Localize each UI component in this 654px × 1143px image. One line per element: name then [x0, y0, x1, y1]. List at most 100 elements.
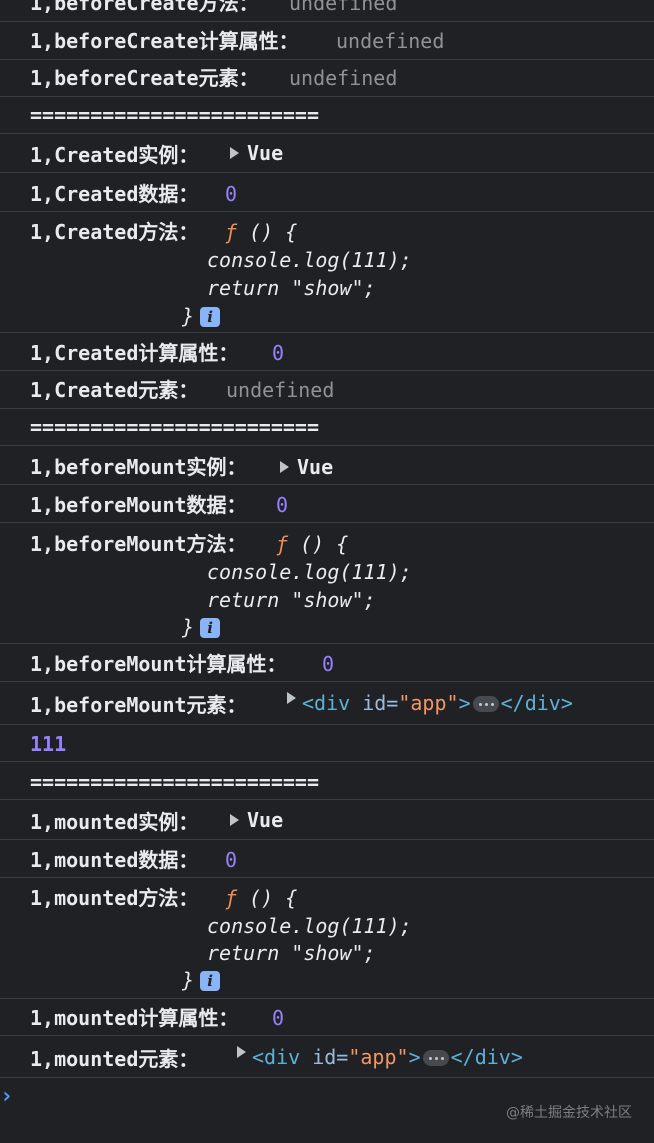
- vue-instance-label: Vue: [247, 141, 284, 165]
- function-close: } i: [182, 614, 221, 640]
- function-params: () {: [300, 532, 349, 556]
- function-close: } i: [182, 967, 221, 993]
- log-value: undefined: [226, 378, 335, 402]
- log-label: 1,beforeMount数据：: [30, 493, 247, 517]
- separator-text: ========================: [30, 415, 319, 439]
- ellipsis-icon[interactable]: [472, 696, 499, 712]
- function-body-line: return "show";: [207, 588, 376, 612]
- tag-attr-value: "app": [398, 691, 459, 715]
- console-message[interactable]: 1,mounted方法： ƒ () { console.log(111); re…: [0, 878, 654, 999]
- tag-end: </div>: [500, 691, 573, 715]
- log-value: undefined: [289, 66, 398, 90]
- function-signature[interactable]: ƒ () {: [225, 885, 297, 911]
- function-body-line: console.log(111);: [207, 248, 412, 272]
- expand-triangle-icon[interactable]: [280, 461, 289, 473]
- element-preview[interactable]: <div id="app"> </div>: [237, 1044, 523, 1070]
- function-body-line: return "show";: [207, 276, 376, 300]
- console-message[interactable]: 1,Created元素： undefined: [0, 371, 654, 409]
- info-icon[interactable]: i: [200, 618, 221, 638]
- object-preview[interactable]: Vue: [230, 807, 283, 833]
- console-message[interactable]: 1,Created数据： 0: [0, 173, 654, 212]
- log-label: 1,mounted元素：: [30, 1047, 199, 1071]
- function-params: () {: [249, 886, 298, 910]
- console-message[interactable]: 1,beforeMount元素： <div id="app"> </div>: [0, 682, 654, 725]
- function-params: () {: [249, 220, 298, 244]
- console-message[interactable]: 111: [0, 725, 654, 762]
- console-message[interactable]: 1,mounted数据： 0: [0, 840, 654, 878]
- log-value: undefined: [289, 0, 398, 15]
- console-message[interactable]: 1,beforeMount方法： ƒ () { console.log(111)…: [0, 523, 654, 644]
- tag-end: </div>: [450, 1045, 523, 1069]
- console-message[interactable]: 1,beforeMount计算属性： 0: [0, 644, 654, 682]
- function-signature[interactable]: ƒ () {: [225, 219, 297, 245]
- function-body-line: console.log(111);: [207, 560, 412, 584]
- tag-open: <div: [302, 691, 351, 715]
- console-message[interactable]: 1,mounted计算属性： 0: [0, 999, 654, 1036]
- log-label: 1,beforeCreate方法：: [30, 0, 259, 15]
- log-label: 1,mounted计算属性：: [30, 1006, 239, 1030]
- closing-brace: }: [182, 615, 195, 639]
- log-value: 0: [225, 182, 238, 206]
- tag-attr-value: "app": [348, 1045, 409, 1069]
- object-preview[interactable]: Vue: [230, 140, 283, 166]
- log-label: 1,beforeMount元素：: [30, 693, 247, 717]
- function-body-line: console.log(111);: [207, 914, 412, 938]
- log-label: 1,beforeCreate元素：: [30, 66, 259, 90]
- log-label: 1,beforeMount实例：: [30, 455, 247, 479]
- separator-text: ========================: [30, 103, 319, 127]
- console-message[interactable]: 1,mounted实例： Vue: [0, 800, 654, 840]
- log-value: 0: [322, 652, 335, 676]
- console-separator: ========================: [0, 409, 654, 446]
- expand-triangle-icon[interactable]: [287, 692, 296, 704]
- console-message[interactable]: 1,beforeCreate元素： undefined: [0, 60, 654, 97]
- object-preview[interactable]: Vue: [280, 454, 333, 480]
- watermark: @稀土掘金技术社区: [506, 1105, 632, 1121]
- expand-triangle-icon[interactable]: [230, 814, 239, 826]
- closing-brace: }: [182, 968, 195, 992]
- console-message[interactable]: 1,Created计算属性： 0: [0, 333, 654, 371]
- console-message[interactable]: 1,beforeCreate方法： undefined: [0, 0, 654, 22]
- log-label: 1,mounted方法：: [30, 886, 199, 910]
- info-icon[interactable]: i: [200, 307, 221, 327]
- function-signature[interactable]: ƒ () {: [276, 531, 348, 557]
- console-message[interactable]: 1,mounted元素： <div id="app"> </div>: [0, 1036, 654, 1078]
- log-label: 1,mounted实例：: [30, 810, 199, 834]
- closing-brace: }: [182, 304, 195, 328]
- separator-text: ========================: [30, 770, 319, 794]
- element-preview[interactable]: <div id="app"> </div>: [287, 690, 573, 716]
- log-label: 1,beforeMount方法：: [30, 532, 247, 556]
- console-message[interactable]: 1,Created方法： ƒ () { console.log(111); re…: [0, 212, 654, 333]
- log-output: 111: [30, 732, 67, 756]
- info-icon[interactable]: i: [200, 971, 221, 991]
- log-value: 0: [276, 493, 289, 517]
- tag-open: <div: [252, 1045, 301, 1069]
- devtools-console: 1,beforeCreate方法： undefined 1,beforeCrea…: [0, 0, 654, 1143]
- function-keyword: ƒ: [225, 886, 238, 910]
- function-keyword: ƒ: [276, 532, 289, 556]
- function-body-line: return "show";: [207, 941, 376, 965]
- log-label: 1,beforeCreate计算属性：: [30, 29, 299, 53]
- vue-instance-label: Vue: [297, 455, 334, 479]
- log-value: undefined: [336, 29, 445, 53]
- log-value: 0: [272, 341, 285, 365]
- console-message[interactable]: 1,beforeCreate计算属性： undefined: [0, 22, 654, 60]
- console-message[interactable]: 1,beforeMount实例： Vue: [0, 446, 654, 485]
- tag-attr: id=: [300, 1045, 349, 1069]
- log-label: 1,Created元素：: [30, 378, 199, 402]
- console-message[interactable]: 1,beforeMount数据： 0: [0, 485, 654, 523]
- expand-triangle-icon[interactable]: [237, 1046, 246, 1058]
- function-keyword: ƒ: [225, 220, 238, 244]
- tag-bracket: >: [408, 1045, 421, 1069]
- prompt-chevron-icon[interactable]: ›: [0, 1084, 13, 1109]
- log-value: 0: [272, 1006, 285, 1030]
- console-separator: ========================: [0, 762, 654, 800]
- log-label: 1,Created实例：: [30, 143, 199, 167]
- log-value: 0: [225, 848, 238, 872]
- vue-instance-label: Vue: [247, 808, 284, 832]
- ellipsis-icon[interactable]: [422, 1050, 449, 1066]
- console-message[interactable]: 1,Created实例： Vue: [0, 134, 654, 173]
- console-separator: ========================: [0, 97, 654, 134]
- function-close: } i: [182, 303, 221, 329]
- tag-attr: id=: [350, 691, 399, 715]
- expand-triangle-icon[interactable]: [230, 147, 239, 159]
